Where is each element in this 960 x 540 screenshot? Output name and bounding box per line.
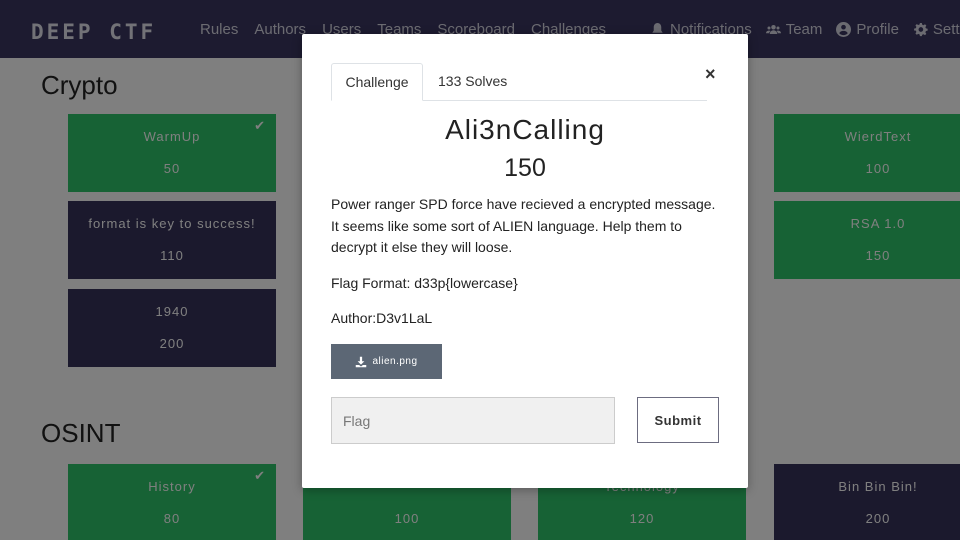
flag-format-text: Flag Format: d33p{lowercase} bbox=[331, 274, 518, 291]
author-text: Author:D3v1LaL bbox=[331, 310, 433, 326]
download-file-button[interactable]: alien.png bbox=[331, 344, 442, 379]
challenge-modal: Challenge 133 Solves × Ali3nCalling 150 … bbox=[302, 34, 748, 488]
challenge-name: Ali3nCalling bbox=[445, 114, 605, 145]
close-button[interactable]: × bbox=[705, 64, 716, 85]
modal-tabs: Challenge 133 Solves bbox=[331, 63, 707, 101]
file-name: alien.png bbox=[372, 356, 418, 367]
description-text: Power ranger SPD force have recieved a e… bbox=[331, 196, 716, 255]
submit-button[interactable]: Submit bbox=[637, 397, 719, 443]
tab-challenge[interactable]: Challenge bbox=[331, 63, 423, 101]
download-icon bbox=[356, 356, 367, 367]
challenge-description: Power ranger SPD force have recieved a e… bbox=[331, 194, 726, 344]
challenge-value: 150 bbox=[504, 154, 546, 182]
flag-input[interactable] bbox=[331, 397, 615, 444]
tab-solves[interactable]: 133 Solves bbox=[438, 63, 507, 101]
